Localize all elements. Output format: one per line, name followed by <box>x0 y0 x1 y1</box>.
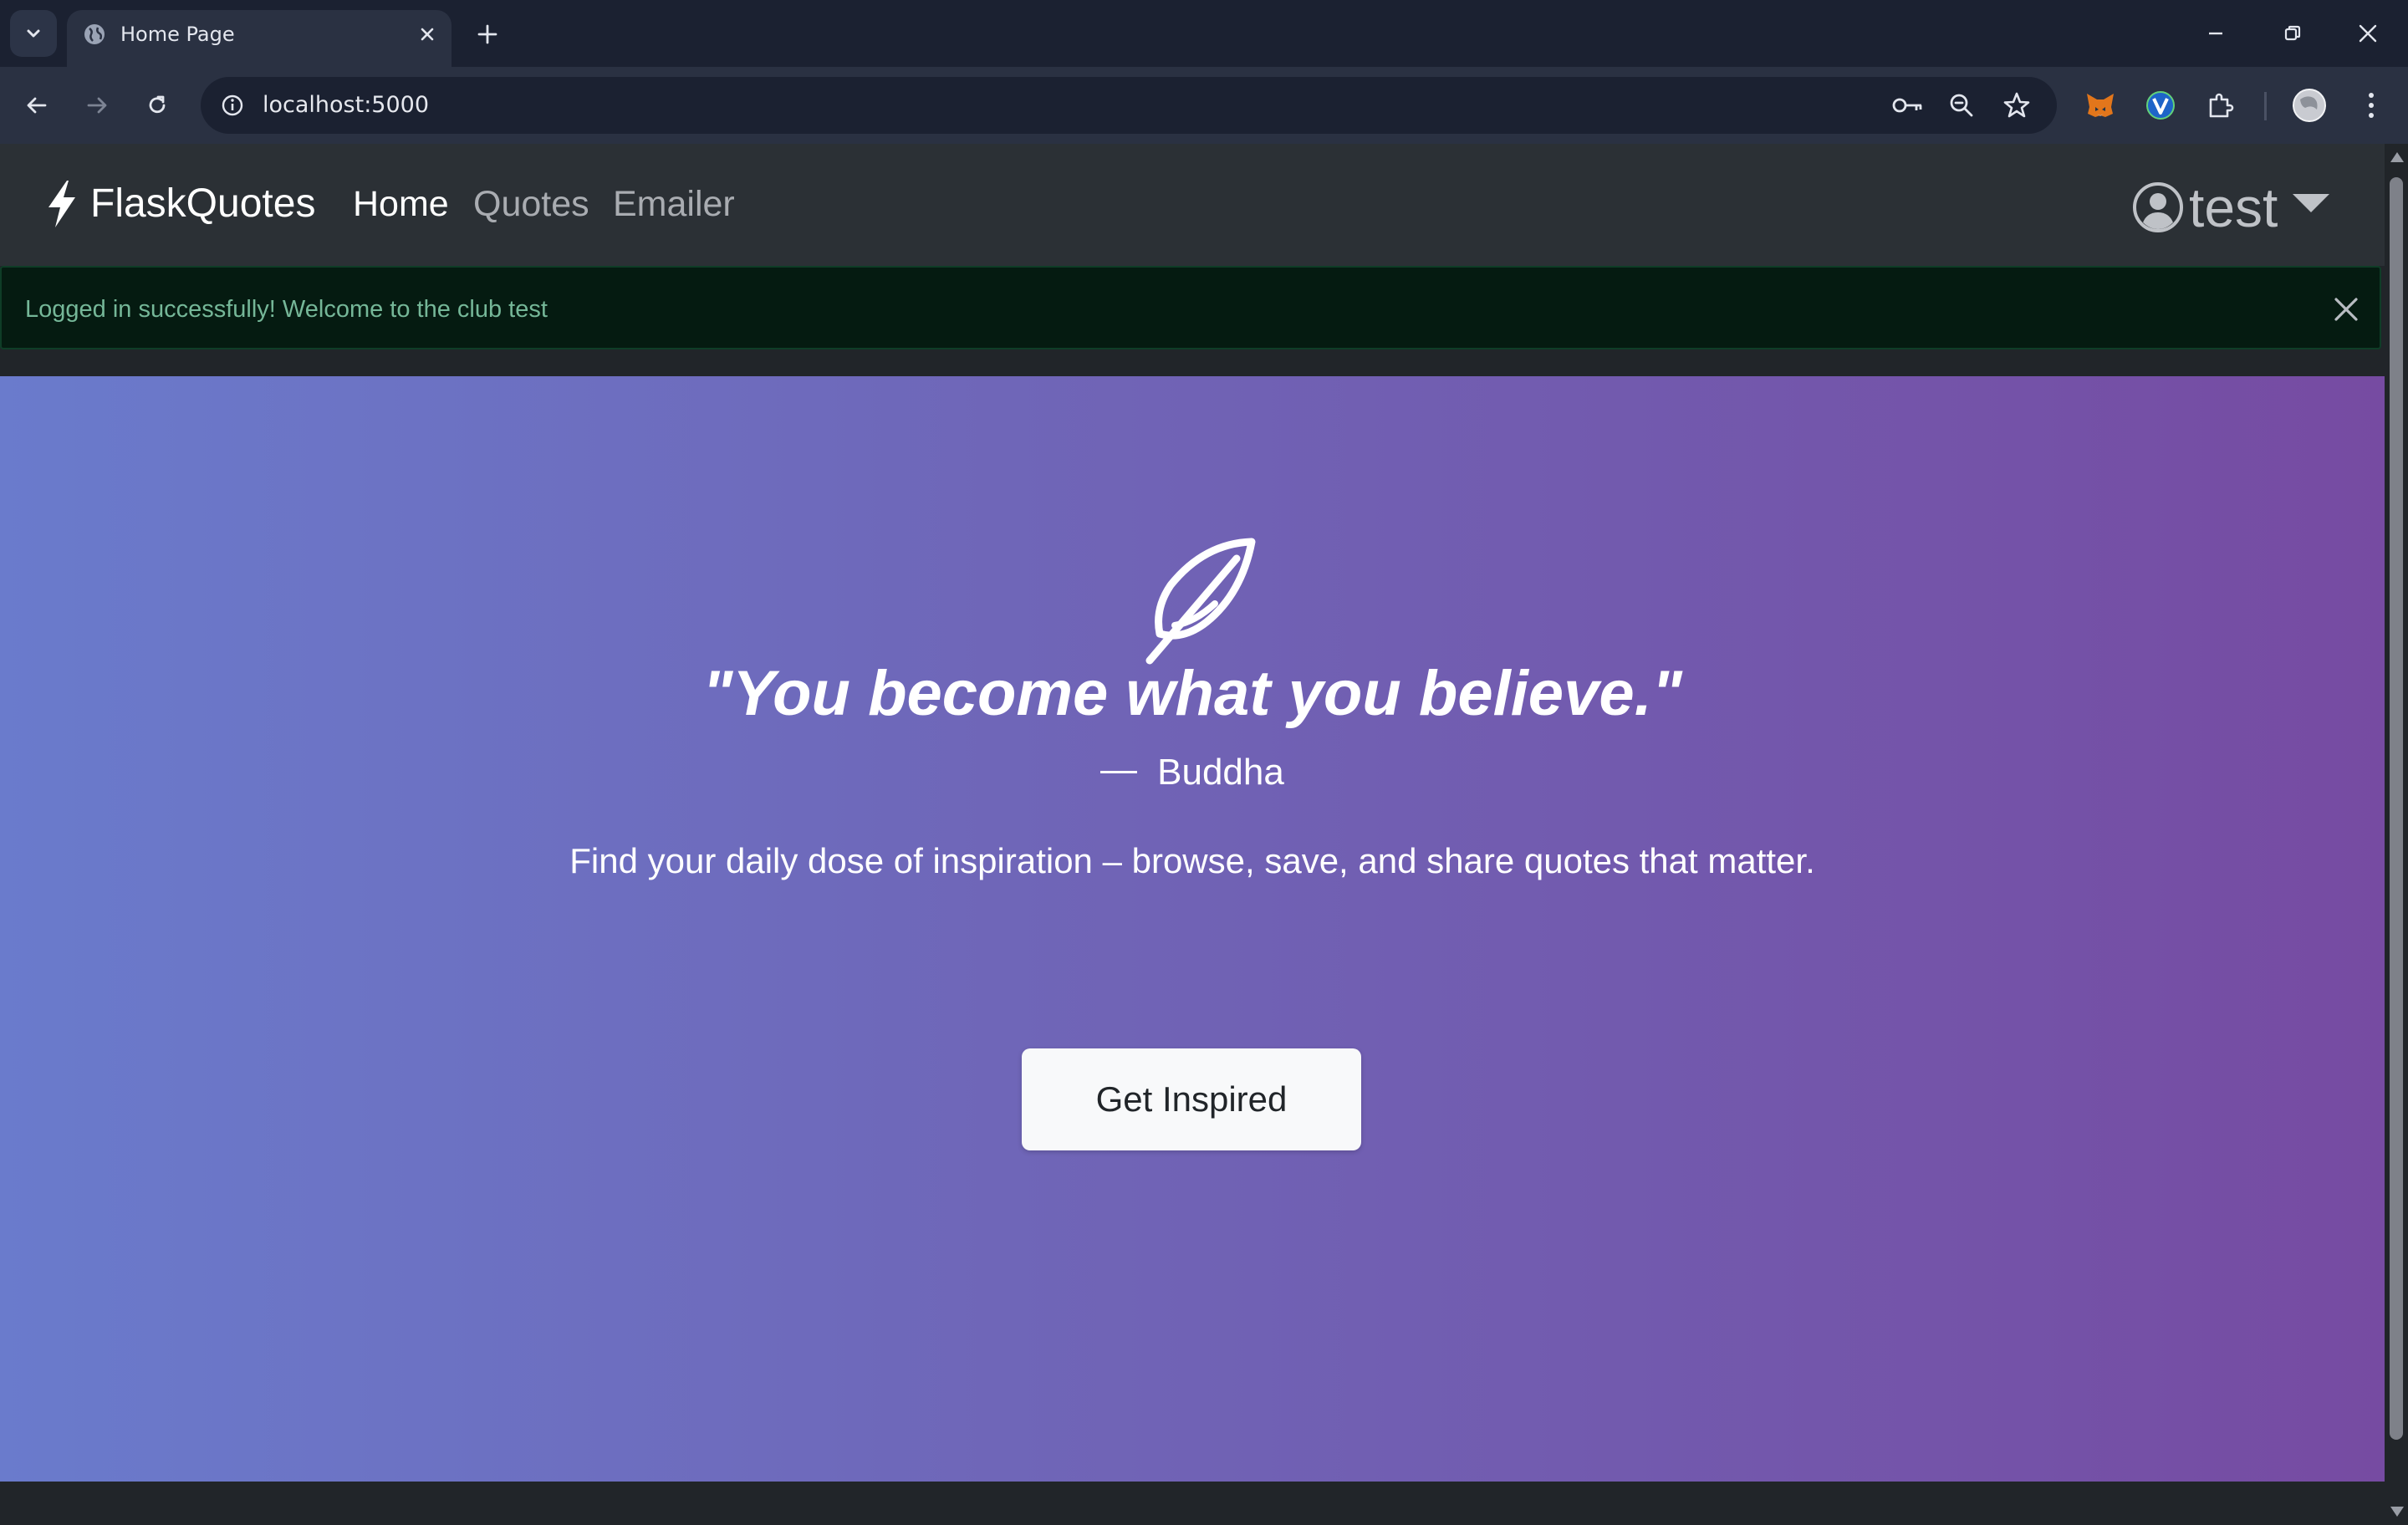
scrollbar-thumb[interactable] <box>2390 177 2403 1440</box>
tab-close-button[interactable] <box>411 18 443 50</box>
zoom-button[interactable] <box>1943 87 1980 124</box>
get-inspired-button[interactable]: Get Inspired <box>1022 1048 1361 1150</box>
user-dropdown-toggle[interactable]: test <box>2132 176 2330 238</box>
hero-tagline: Find your daily dose of inspiration – br… <box>569 841 1815 880</box>
quote-text: "You become what you believe." <box>702 658 1682 729</box>
address-bar[interactable]: localhost:5000 <box>201 77 2057 134</box>
reload-button[interactable] <box>137 85 177 125</box>
close-icon <box>421 28 434 41</box>
nav-link-emailer[interactable]: Emailer <box>613 179 735 229</box>
v-badge-icon <box>2146 91 2175 120</box>
lightning-icon <box>48 181 75 227</box>
toolbar-divider <box>2264 92 2267 120</box>
star-icon <box>2003 92 2030 118</box>
hero-section: "You become what you believe." Buddha Fi… <box>0 376 2385 1482</box>
key-icon <box>1892 98 1922 113</box>
brand-link[interactable]: FlaskQuotes <box>43 179 315 229</box>
scroll-up-arrow-icon[interactable] <box>2390 152 2404 162</box>
tab-search-button[interactable] <box>10 10 57 57</box>
zoom-out-icon <box>1950 94 1973 117</box>
author-dash <box>1100 770 1138 773</box>
address-url: localhost:5000 <box>263 92 430 118</box>
new-tab-button[interactable] <box>470 17 505 52</box>
more-vertical-icon <box>2369 93 2374 118</box>
brand-name: FlaskQuotes <box>90 181 316 226</box>
tab-title: Home Page <box>120 23 235 46</box>
nav-link-quotes[interactable]: Quotes <box>473 179 589 229</box>
browser-toolbar: localhost:5000 <box>0 67 2408 144</box>
info-icon <box>222 94 243 116</box>
profile-button[interactable] <box>2289 85 2329 125</box>
forward-button[interactable] <box>77 85 117 125</box>
arrow-left-icon <box>27 97 47 114</box>
extensions-button[interactable] <box>2201 85 2241 125</box>
fox-icon <box>2087 94 2114 117</box>
bookmark-button[interactable] <box>1998 87 2035 124</box>
close-icon <box>2359 24 2377 43</box>
alert-close-button[interactable] <box>2328 291 2365 328</box>
arrow-right-icon <box>87 97 107 114</box>
password-key-button[interactable] <box>1890 87 1926 124</box>
close-window-button[interactable] <box>2343 12 2393 55</box>
close-icon <box>2334 298 2358 321</box>
reload-icon <box>149 95 166 114</box>
quote-author: Buddha <box>1157 752 1284 793</box>
feather-icon <box>1145 538 1256 665</box>
metamask-extension-button[interactable] <box>2080 85 2120 125</box>
puzzle-icon <box>2209 93 2234 118</box>
caret-down-icon <box>2293 194 2330 212</box>
avatar-icon <box>2293 89 2326 122</box>
restore-button[interactable] <box>2268 12 2318 55</box>
page-viewport: FlaskQuotes Home Quotes Emailer test Log… <box>0 144 2385 1525</box>
browser-tabstrip: Home Page <box>0 0 2408 67</box>
nav-link-home[interactable]: Home <box>353 179 449 229</box>
site-info-button[interactable] <box>212 85 253 125</box>
success-alert: Logged in successfully! Welcome to the c… <box>0 266 2381 349</box>
v-extension-button[interactable] <box>2140 85 2181 125</box>
chevron-down-icon <box>27 29 40 38</box>
browser-tab-active[interactable]: Home Page <box>67 10 452 67</box>
user-circle-icon <box>2133 182 2183 232</box>
user-name: test <box>2189 176 2278 238</box>
site-navbar: FlaskQuotes Home Quotes Emailer test <box>0 144 2385 266</box>
minimize-button[interactable] <box>2191 12 2241 55</box>
alert-message: Logged in successfully! Welcome to the c… <box>25 296 548 323</box>
restore-icon <box>2284 25 2301 41</box>
back-button[interactable] <box>17 85 57 125</box>
quote-author-line: Buddha <box>0 749 2385 796</box>
browser-menu-button[interactable] <box>2351 85 2391 125</box>
minimize-icon <box>2209 32 2222 35</box>
globe-icon <box>84 24 105 44</box>
page-scrollbar[interactable] <box>2385 144 2408 1525</box>
scroll-down-arrow-icon[interactable] <box>2390 1507 2404 1517</box>
plus-icon <box>477 24 497 44</box>
